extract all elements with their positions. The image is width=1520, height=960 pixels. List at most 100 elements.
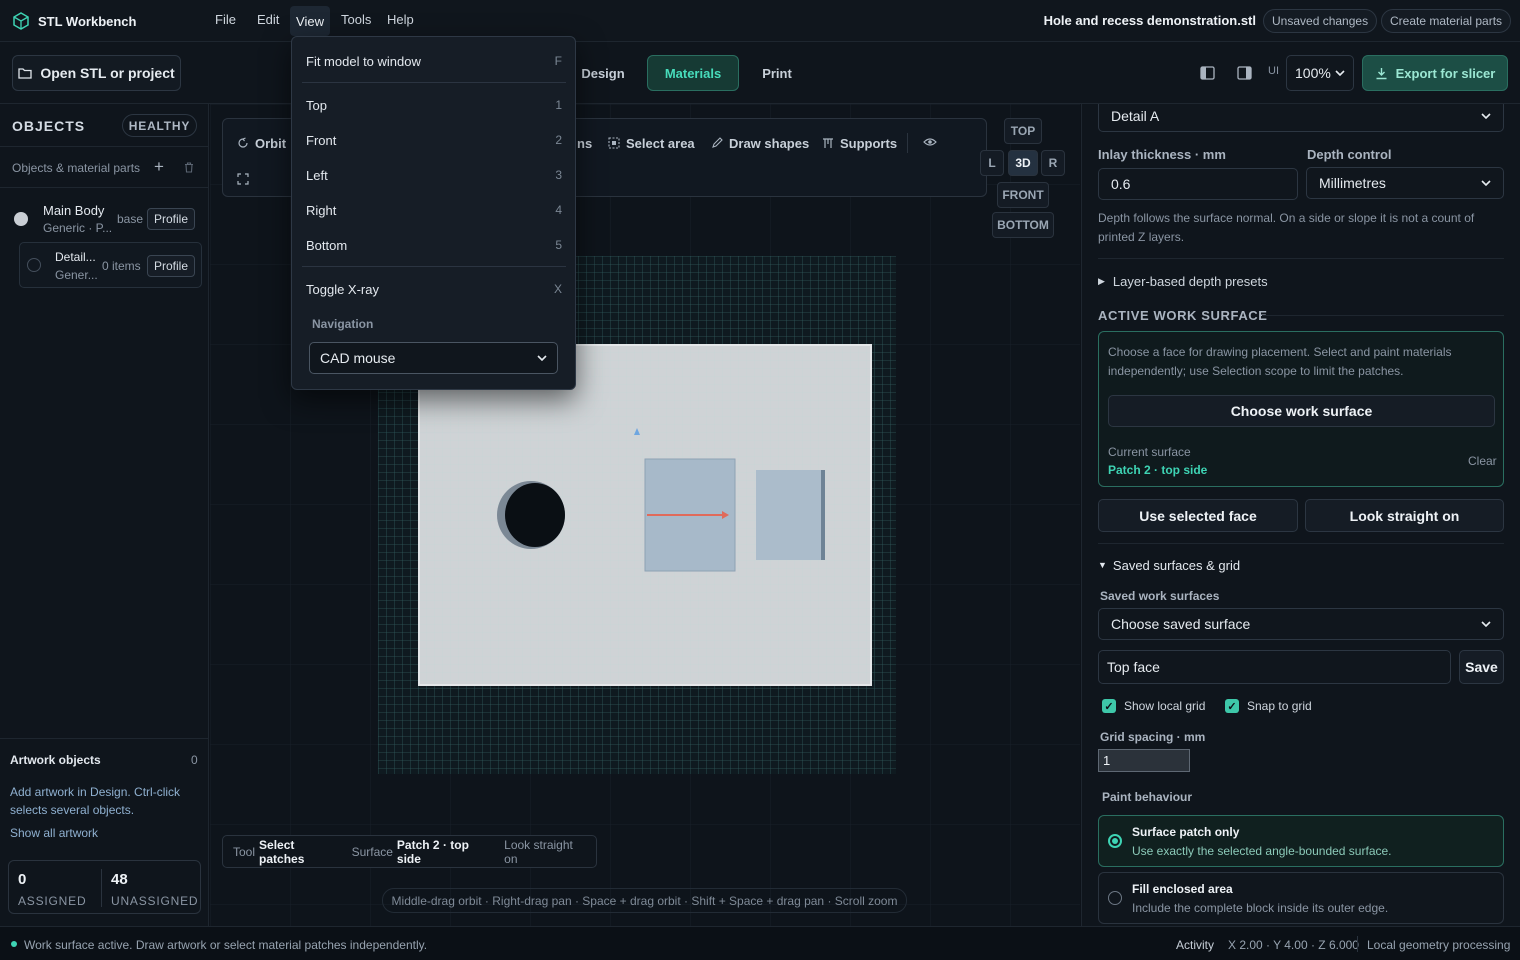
supports-icon	[823, 138, 833, 148]
view-right-button[interactable]: R	[1041, 150, 1065, 176]
surface-name-input[interactable]: Top face	[1098, 650, 1451, 684]
active-surface-title: ACTIVE WORK SURFACE	[1098, 308, 1268, 323]
chevron-down-icon	[1481, 180, 1491, 186]
menu-item-label: Top	[306, 97, 327, 113]
menu-item-top[interactable]: Top 1	[306, 95, 562, 115]
shortcut-key: 3	[555, 168, 562, 182]
tab-materials[interactable]: Materials	[647, 55, 739, 91]
right-panel-toggle-icon[interactable]	[1237, 66, 1252, 80]
chevron-down-icon	[537, 355, 547, 361]
menu-view[interactable]: View	[290, 6, 330, 36]
divider	[302, 82, 566, 83]
paint-option-surface-patch[interactable]: Surface patch only Use exactly the selec…	[1098, 815, 1504, 867]
status-dot-icon	[11, 941, 17, 947]
view-menu-dropdown: Fit model to window F Top 1 Front 2 Left…	[291, 36, 576, 390]
create-material-parts-button[interactable]: Create material parts	[1381, 9, 1512, 33]
tool-orbit[interactable]: Orbit	[237, 131, 286, 155]
open-stl-button[interactable]: Open STL or project	[12, 55, 181, 91]
tool-patterns-label: ns	[577, 135, 593, 151]
look-straight-on-button[interactable]: Look straight on	[1305, 499, 1504, 532]
saved-work-surfaces-label: Saved work surfaces	[1100, 589, 1220, 603]
tool-patterns[interactable]: ns	[577, 131, 592, 155]
unassigned-count: 48	[111, 871, 128, 888]
tool-supports[interactable]: Supports	[822, 131, 897, 155]
profile-button[interactable]: Profile	[147, 255, 196, 277]
menu-tools[interactable]: Tools	[341, 12, 371, 27]
view-top-button[interactable]: TOP	[1004, 118, 1042, 144]
add-icon[interactable]: +	[154, 157, 164, 177]
list-item[interactable]: Main Body Generic · P... base Profile	[8, 196, 200, 242]
menu-item-front[interactable]: Front 2	[306, 130, 562, 150]
tab-design[interactable]: Design	[570, 55, 636, 91]
tool-draw-shapes[interactable]: Draw shapes	[711, 131, 809, 155]
menu-item-left[interactable]: Left 3	[306, 165, 562, 185]
hole-feature[interactable]	[505, 483, 565, 547]
snap-to-grid-checkbox[interactable]: ✓ Snap to grid	[1225, 699, 1312, 713]
depth-help: Depth follows the surface normal. On a s…	[1098, 211, 1475, 244]
paint-option-desc: Use exactly the selected angle-bounded s…	[1132, 844, 1392, 858]
menu-item-bottom[interactable]: Bottom 5	[306, 235, 562, 255]
saved-surfaces-toggle[interactable]: ▼ Saved surfaces & grid	[1098, 558, 1240, 573]
use-selected-face-button[interactable]: Use selected face	[1098, 499, 1298, 532]
clear-surface-button[interactable]: Clear	[1468, 454, 1497, 468]
saved-surface-select[interactable]: Choose saved surface	[1098, 608, 1504, 640]
paint-option-title: Fill enclosed area	[1132, 882, 1233, 896]
divider	[0, 738, 209, 739]
object-sub: Generic · P...	[43, 221, 113, 235]
view-3d-button[interactable]: 3D	[1008, 150, 1038, 176]
trash-icon[interactable]	[184, 162, 194, 173]
navigation-hint: Middle-drag orbit · Right-drag pan · Spa…	[382, 888, 907, 913]
menu-edit[interactable]: Edit	[257, 12, 279, 27]
menu-item-right[interactable]: Right 4	[306, 200, 562, 220]
open-stl-label: Open STL or project	[40, 65, 175, 81]
depth-control-select[interactable]: Millimetres	[1306, 167, 1504, 199]
menu-item-label: Right	[306, 202, 337, 218]
object-tag: base	[117, 212, 144, 226]
status-message: Work surface active. Draw artwork or sel…	[24, 938, 428, 952]
menu-file[interactable]: File	[215, 12, 236, 27]
menu-item-toggle-xray[interactable]: Toggle X-ray X	[306, 279, 562, 299]
tool-select-area[interactable]: Select area	[608, 131, 695, 155]
menu-help[interactable]: Help	[387, 12, 414, 27]
grid-spacing-input[interactable]: 1	[1098, 749, 1190, 772]
activity-link[interactable]: Activity	[1176, 938, 1214, 952]
objects-title: OBJECTS	[12, 118, 86, 134]
status-bar: Work surface active. Draw artwork or sel…	[0, 926, 1520, 960]
tab-print[interactable]: Print	[750, 55, 804, 91]
parts-label: Objects & material parts	[12, 161, 141, 175]
tool-value: Select patches	[259, 837, 305, 866]
chevron-down-icon	[1335, 70, 1345, 76]
show-all-artwork-link[interactable]: Show all artwork	[10, 826, 98, 840]
eye-icon[interactable]	[923, 137, 937, 147]
radio-selected-icon	[1108, 834, 1122, 848]
profile-button[interactable]: Profile	[147, 208, 196, 230]
saved-surface-value: Choose saved surface	[1111, 616, 1251, 632]
menu-item-label: Left	[306, 167, 328, 183]
list-item[interactable]: Detail... Gener... 0 items Profile	[19, 242, 202, 288]
assignment-summary: 0 ASSIGNED 48 UNASSIGNED	[8, 860, 201, 914]
show-local-grid-label: Show local grid	[1124, 699, 1206, 713]
tool-orbit-label: Orbit	[255, 135, 287, 151]
grid-spacing-label: Grid spacing · mm	[1100, 730, 1206, 744]
ui-scale-select[interactable]: 100%	[1286, 55, 1354, 91]
unsaved-changes-badge[interactable]: Unsaved changes	[1263, 9, 1378, 33]
left-panel-toggle-icon[interactable]	[1200, 66, 1215, 80]
menu-item-fit-model[interactable]: Fit model to window F	[306, 51, 562, 71]
part-select[interactable]: Detail A	[1098, 104, 1504, 132]
view-front-button[interactable]: FRONT	[997, 182, 1049, 208]
surface-help: Choose a face for drawing placement. Sel…	[1108, 345, 1452, 378]
recess-feature[interactable]	[756, 470, 824, 560]
show-local-grid-checkbox[interactable]: ✓ Show local grid	[1102, 699, 1205, 713]
paint-option-fill-enclosed[interactable]: Fill enclosed area Include the complete …	[1098, 872, 1504, 924]
navigation-select[interactable]: CAD mouse	[309, 342, 558, 374]
choose-work-surface-button[interactable]: Choose work surface	[1108, 395, 1495, 427]
depth-presets-toggle[interactable]: ▶ Layer-based depth presets	[1098, 274, 1268, 289]
caret-down-icon: ▼	[1098, 560, 1107, 570]
fullscreen-icon[interactable]	[237, 173, 249, 185]
look-straight-on-link[interactable]: Look straight on	[504, 838, 586, 866]
view-left-button[interactable]: L	[980, 150, 1004, 176]
export-for-slicer-button[interactable]: Export for slicer	[1362, 55, 1508, 91]
inlay-thickness-input[interactable]: 0.6	[1098, 168, 1298, 200]
save-surface-button[interactable]: Save	[1459, 650, 1504, 684]
view-bottom-button[interactable]: BOTTOM	[992, 212, 1054, 238]
